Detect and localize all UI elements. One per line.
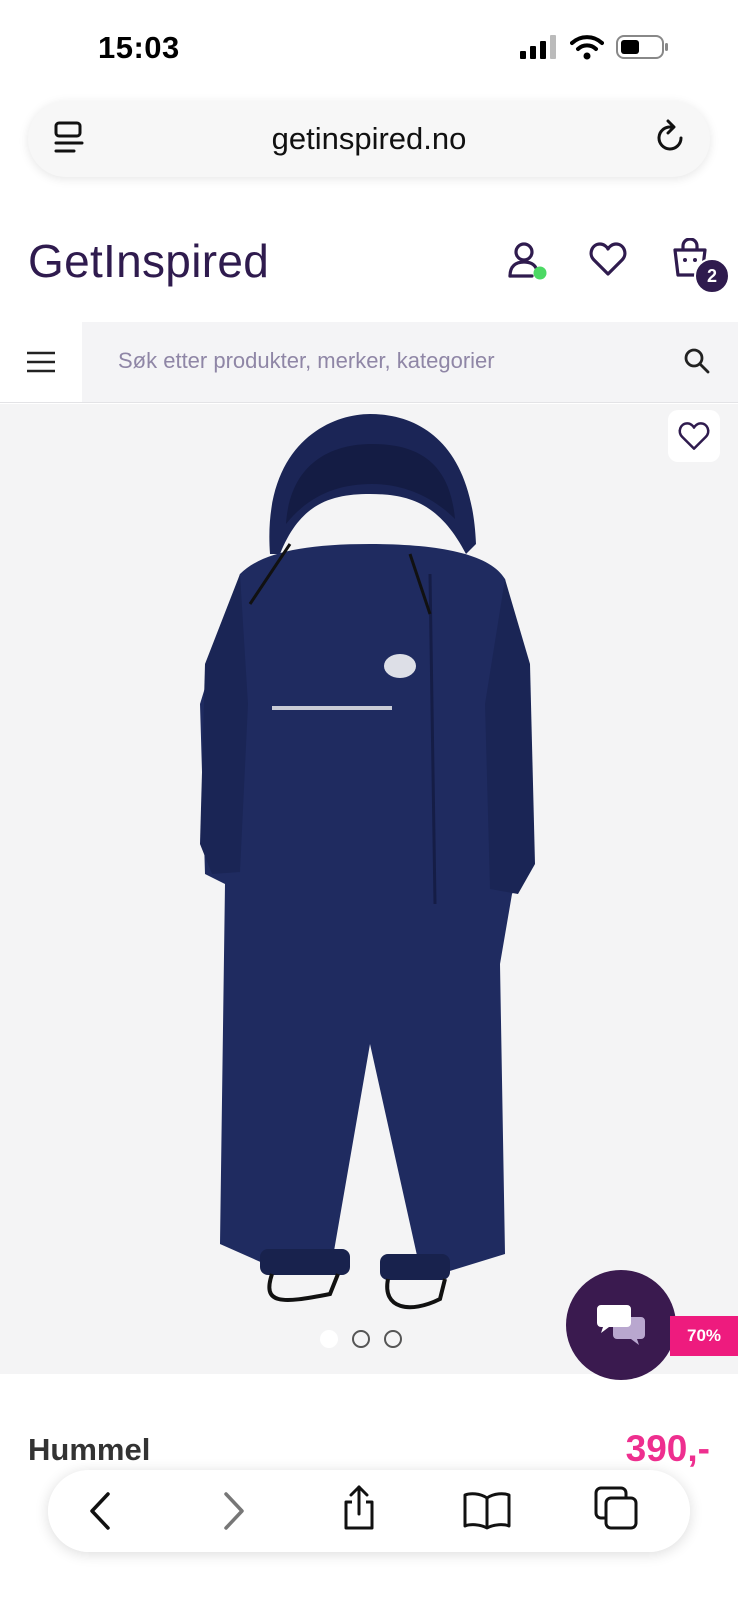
status-time: 15:03: [98, 30, 180, 65]
site-logo[interactable]: GetInspired: [28, 234, 269, 288]
product-brand[interactable]: Hummel: [28, 1432, 150, 1468]
wifi-icon: [570, 35, 604, 60]
search-input[interactable]: Søk etter produkter, merker, kategorier: [118, 348, 495, 374]
status-icons: [520, 34, 670, 60]
signal-icon: [520, 35, 556, 59]
carousel-dot[interactable]: [320, 1330, 338, 1348]
chat-button[interactable]: [566, 1270, 676, 1380]
chat-icon: [597, 1305, 645, 1345]
menu-button[interactable]: [0, 322, 82, 402]
back-icon[interactable]: [86, 1490, 116, 1537]
share-icon[interactable]: [340, 1484, 378, 1537]
search-icon[interactable]: [684, 348, 710, 379]
browser-toolbar: [48, 1470, 690, 1552]
product-price: 390,-: [625, 1428, 710, 1469]
cart-button[interactable]: 2: [672, 237, 730, 294]
product-image-carousel[interactable]: [0, 404, 738, 1374]
reload-icon[interactable]: [654, 119, 688, 162]
url-text[interactable]: getinspired.no: [28, 121, 710, 157]
menu-icon: [27, 351, 55, 373]
heart-icon[interactable]: [588, 240, 628, 285]
cart-count-badge: 2: [694, 258, 730, 294]
forward-icon[interactable]: [218, 1490, 248, 1537]
bookmarks-icon[interactable]: [462, 1490, 512, 1535]
battery-icon: [616, 35, 668, 59]
address-bar[interactable]: getinspired.no: [28, 101, 710, 177]
product-image: [200, 414, 535, 1310]
account-icon[interactable]: [506, 240, 550, 289]
carousel-dots: [320, 1330, 402, 1348]
add-to-wishlist-button[interactable]: [668, 410, 720, 462]
tabs-icon[interactable]: [594, 1486, 640, 1537]
heart-icon: [678, 422, 710, 450]
carousel-dot[interactable]: [352, 1330, 370, 1348]
site-header: GetInspired 2: [0, 210, 738, 320]
search-bar: Søk etter produkter, merker, kategorier: [0, 322, 738, 403]
carousel-dot[interactable]: [384, 1330, 402, 1348]
discount-badge: 70%: [670, 1316, 738, 1356]
status-bar: 15:03: [0, 0, 738, 92]
